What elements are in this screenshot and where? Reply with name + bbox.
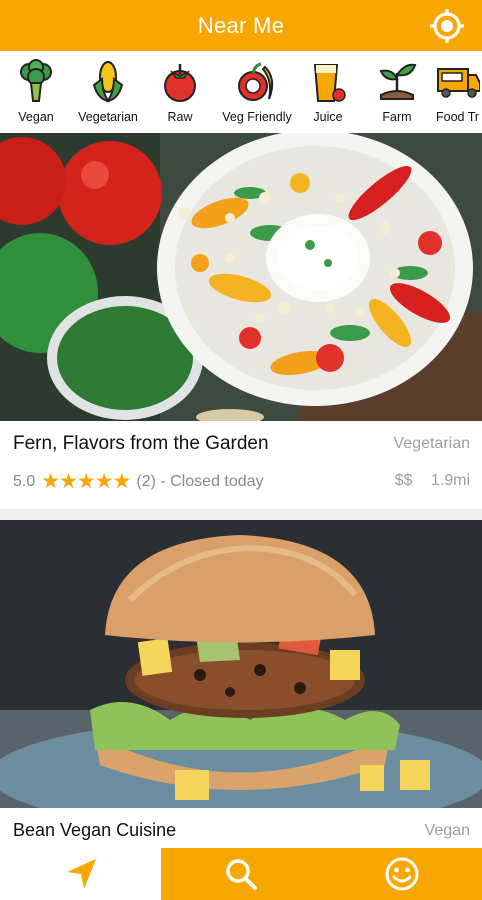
category-label: Juice xyxy=(313,110,343,124)
category-label: Vegan xyxy=(18,110,54,124)
search-icon xyxy=(226,859,257,890)
smiley-icon xyxy=(385,857,418,891)
rating-value: 5.0 xyxy=(13,472,36,490)
category-juice[interactable]: Juice xyxy=(298,51,358,133)
salad-photo-image xyxy=(0,133,482,421)
restaurant-name: Bean Vegan Cuisine xyxy=(13,820,177,840)
cuisine-type: Vegan xyxy=(424,822,470,839)
distance: 1.9mi xyxy=(430,472,470,489)
profile-tab[interactable] xyxy=(321,848,482,900)
category-label: Food Tr xyxy=(436,110,480,124)
restaurant-name: Fern, Flavors from the Garden xyxy=(13,433,269,454)
bottom-navigation xyxy=(0,848,482,900)
nearby-tab[interactable] xyxy=(0,848,161,900)
apple-banana-icon xyxy=(238,62,274,101)
tomato-icon xyxy=(164,64,196,102)
price-distance: $$ 1.9mi xyxy=(381,472,470,490)
broccoli-icon xyxy=(20,59,52,102)
search-tab[interactable] xyxy=(161,848,321,900)
category-label: Veg Friendly xyxy=(222,110,292,124)
page-title: Near Me xyxy=(197,12,285,38)
category-vegan[interactable]: Vegan xyxy=(0,51,72,133)
category-raw[interactable]: Raw xyxy=(144,51,216,133)
juice-glass-icon xyxy=(313,64,346,102)
navigation-arrow-icon xyxy=(66,859,96,889)
category-farm[interactable]: Farm xyxy=(358,51,436,133)
app-header: Near Me xyxy=(0,0,482,51)
category-veg-friendly[interactable]: Veg Friendly xyxy=(216,51,298,133)
sprout-icon xyxy=(379,63,417,100)
category-vegetarian[interactable]: Vegetarian xyxy=(72,51,144,133)
restaurant-photo[interactable] xyxy=(0,520,482,808)
burger-photo-image xyxy=(0,520,482,808)
food-truck-icon xyxy=(437,68,480,98)
category-food-truck[interactable]: Food Tr xyxy=(436,51,482,133)
category-label: Raw xyxy=(167,110,193,124)
crosshair-location-icon xyxy=(430,9,464,43)
restaurant-photo[interactable] xyxy=(0,133,482,421)
rating-row: 5.0 ★★★★★ (2) - Closed today xyxy=(13,469,264,494)
star-rating-icon: ★★★★★ xyxy=(41,470,131,493)
cuisine-type: Vegetarian xyxy=(393,435,470,452)
category-label: Vegetarian xyxy=(78,110,138,124)
category-label: Farm xyxy=(382,110,412,124)
review-status: (2) - Closed today xyxy=(136,472,264,490)
locate-button[interactable] xyxy=(428,7,466,45)
corn-icon xyxy=(92,61,124,103)
restaurant-card[interactable]: Fern, Flavors from the Garden Vegetarian… xyxy=(0,421,482,509)
card-divider xyxy=(0,509,482,520)
price-level: $$ xyxy=(394,472,413,489)
restaurant-card[interactable]: Bean Vegan Cuisine Vegan xyxy=(0,808,482,848)
category-strip: Vegan Vegetarian Raw Veg Friendly Juice … xyxy=(0,51,482,133)
